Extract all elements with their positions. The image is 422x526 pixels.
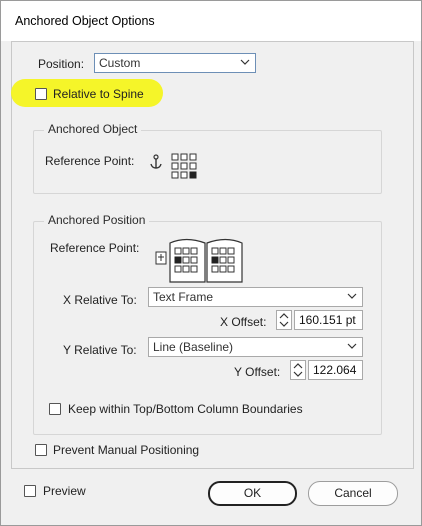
page-anchor-icon (155, 251, 167, 265)
x-offset-label: X Offset: (220, 315, 267, 329)
chevron-down-icon (347, 293, 357, 299)
cancel-button[interactable]: Cancel (308, 481, 398, 506)
x-relative-to-label: X Relative To: (63, 293, 137, 307)
prevent-manual-positioning-label: Prevent Manual Positioning (53, 443, 200, 457)
x-relative-to-value: Text Frame (153, 290, 214, 304)
chevron-down-icon (240, 59, 250, 65)
spread-reference-point-proxy[interactable] (168, 235, 244, 283)
anchored-position-reference-point-label: Reference Point: (50, 241, 140, 255)
preview-checkbox[interactable] (24, 485, 36, 497)
x-offset-stepper[interactable] (276, 310, 292, 330)
chevron-down-icon (347, 343, 357, 349)
x-offset-input[interactable]: 160.151 pt (294, 310, 363, 330)
stepper-arrows-icon (279, 313, 289, 327)
title-bar: Anchored Object Options (1, 1, 421, 41)
preview-label: Preview (43, 484, 86, 498)
anchored-object-options-dialog: Anchored Object Options Position: Custom… (0, 0, 422, 526)
x-offset-value: 160.151 pt (299, 313, 356, 327)
relative-to-spine-label: Relative to Spine (53, 87, 144, 101)
window-title: Anchored Object Options (15, 14, 155, 28)
y-offset-value: 122.064 (313, 363, 357, 377)
y-offset-stepper[interactable] (290, 360, 306, 380)
y-offset-label: Y Offset: (234, 365, 281, 379)
y-relative-to-label: Y Relative To: (63, 343, 137, 357)
anchored-object-reference-point-grid[interactable] (171, 153, 197, 179)
anchored-position-group-label: Anchored Position (44, 213, 150, 227)
position-select[interactable]: Custom (94, 53, 256, 73)
stepper-arrows-icon (293, 363, 303, 377)
y-relative-to-value: Line (Baseline) (153, 340, 234, 354)
anchored-object-reference-point-label: Reference Point: (45, 154, 135, 168)
position-label: Position: (38, 57, 85, 71)
prevent-manual-positioning-checkbox[interactable] (35, 444, 47, 456)
ok-button[interactable]: OK (208, 481, 297, 506)
y-relative-to-select[interactable]: Line (Baseline) (148, 337, 363, 357)
anchored-object-group-label: Anchored Object (44, 122, 142, 136)
keep-within-label: Keep within Top/Bottom Column Boundaries (68, 402, 303, 416)
y-offset-input[interactable]: 122.064 (308, 360, 363, 380)
anchor-icon (150, 154, 162, 169)
relative-to-spine-checkbox[interactable] (35, 88, 47, 100)
keep-within-checkbox[interactable] (49, 403, 61, 415)
position-select-value: Custom (99, 56, 141, 70)
x-relative-to-select[interactable]: Text Frame (148, 287, 363, 307)
